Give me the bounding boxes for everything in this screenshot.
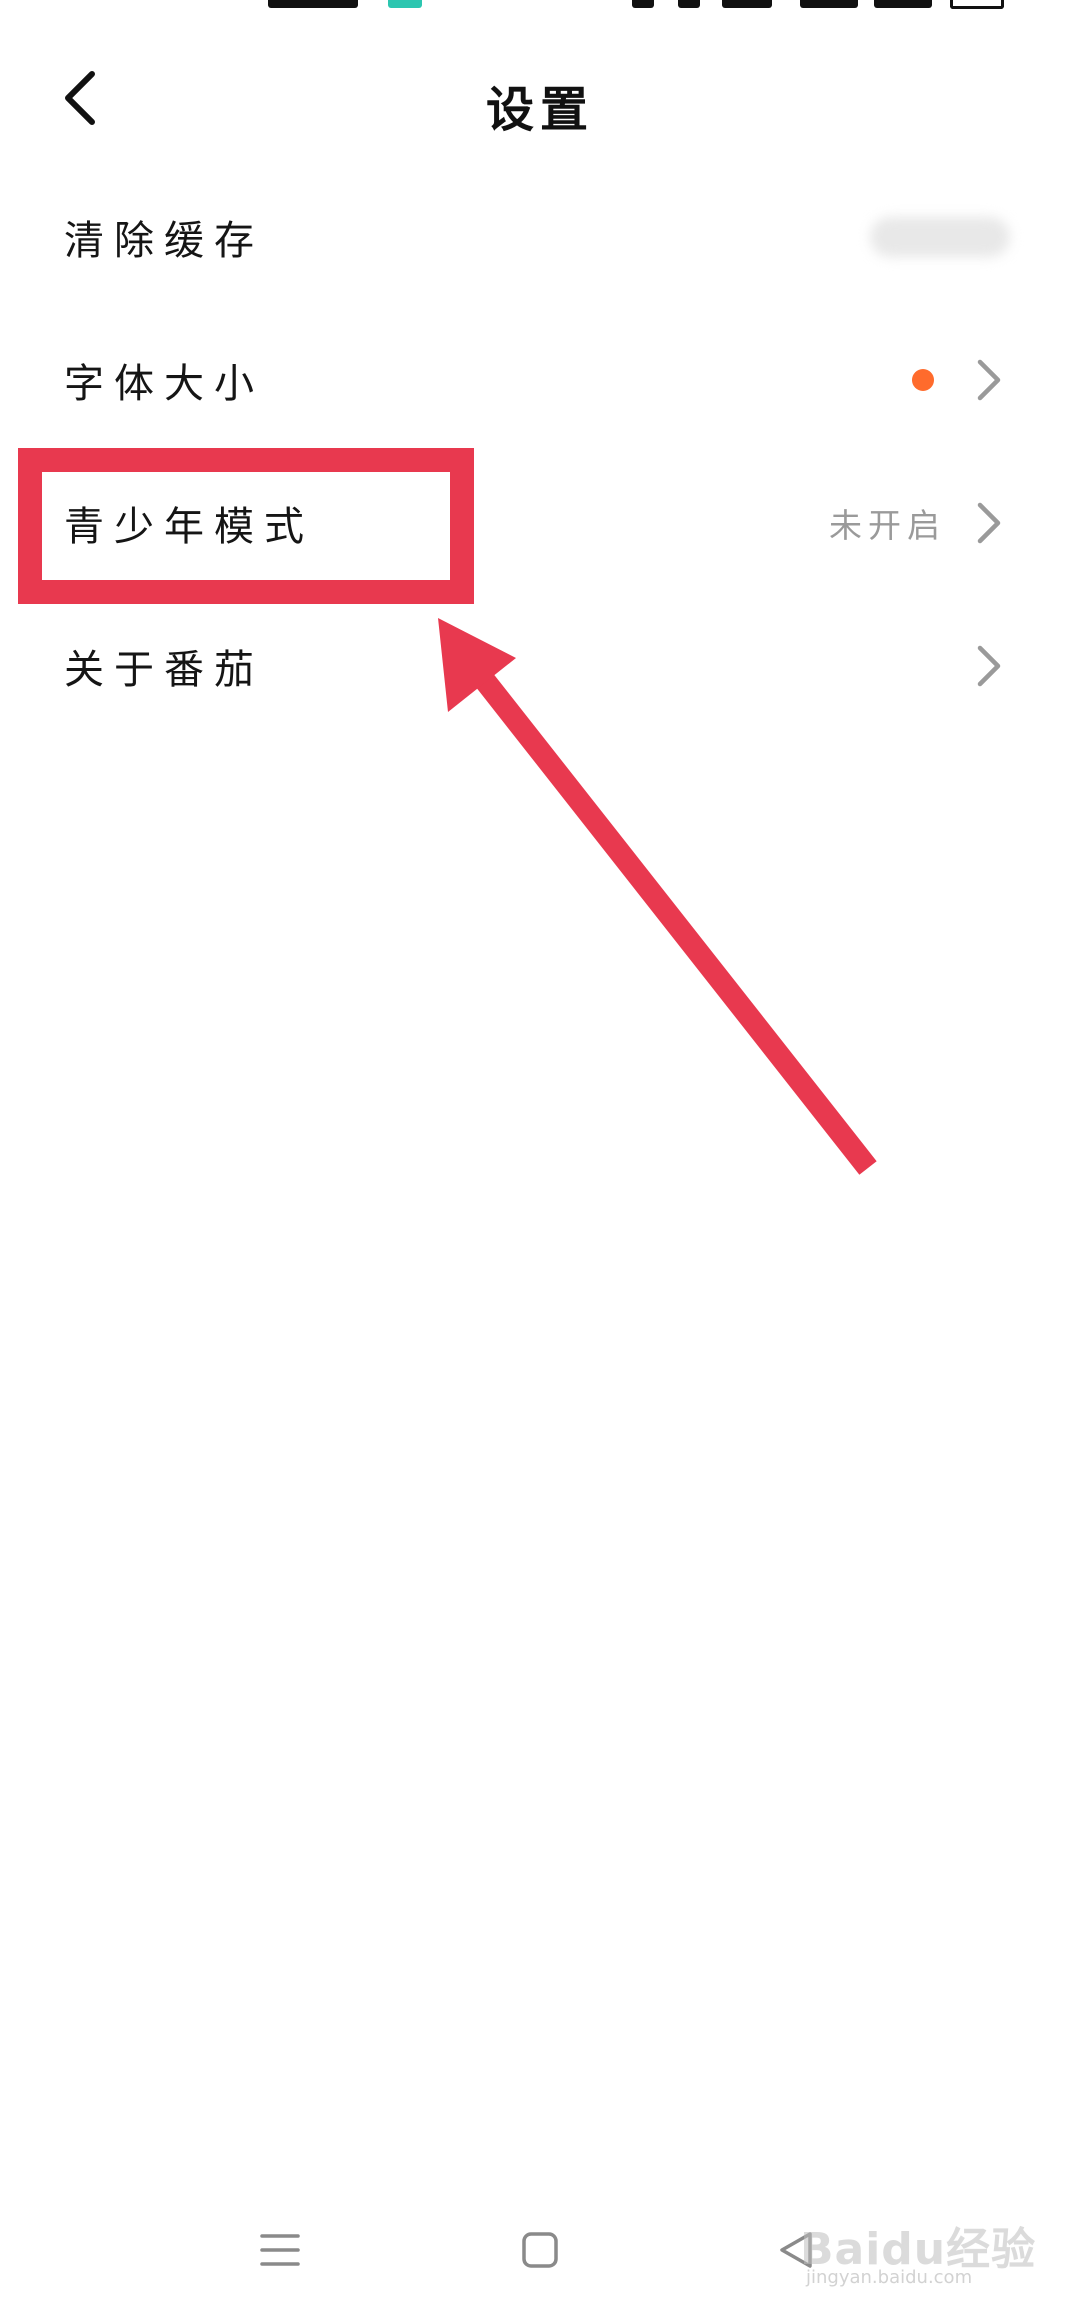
system-back-button[interactable]	[756, 2210, 836, 2290]
home-button[interactable]	[500, 2210, 580, 2290]
chevron-right-icon	[974, 501, 1002, 545]
back-triangle-icon	[780, 2232, 812, 2268]
settings-item-teen-mode[interactable]: 青少年模式 未开启	[0, 451, 1080, 594]
chevron-right-icon	[974, 358, 1002, 402]
status-icon	[722, 0, 772, 8]
settings-item-right: 未开启	[829, 499, 1002, 547]
status-bar	[0, 0, 1080, 22]
teen-mode-status: 未开启	[829, 505, 946, 545]
settings-item-label: 字体大小	[64, 360, 264, 407]
settings-item-label: 关于番茄	[64, 646, 264, 693]
system-nav-bar	[0, 2182, 1080, 2322]
signal-icon	[800, 0, 858, 8]
settings-list: 清除缓存 字体大小 青少年模式 未开启 关于番茄	[0, 165, 1080, 737]
settings-item-right	[912, 358, 1002, 402]
settings-item-clear-cache[interactable]: 清除缓存	[0, 165, 1080, 308]
status-time	[268, 0, 358, 8]
status-app-icon	[388, 0, 422, 8]
settings-item-right	[870, 216, 1010, 257]
menu-icon	[260, 2234, 300, 2266]
chevron-right-icon	[974, 644, 1002, 688]
home-square-icon	[522, 2232, 558, 2268]
signal-icon	[874, 0, 932, 8]
header: 设置	[0, 40, 1080, 160]
recent-apps-button[interactable]	[240, 2210, 320, 2290]
settings-item-about[interactable]: 关于番茄	[0, 594, 1080, 737]
new-badge-dot	[912, 368, 934, 391]
cache-size-value	[870, 216, 1010, 257]
settings-item-font-size[interactable]: 字体大小	[0, 308, 1080, 451]
settings-item-label: 清除缓存	[64, 217, 264, 264]
status-icon	[632, 0, 654, 8]
status-icon	[678, 0, 700, 8]
page-title: 设置	[485, 82, 594, 138]
settings-item-label: 青少年模式	[64, 503, 314, 550]
settings-item-right	[974, 644, 1002, 688]
battery-icon	[950, 0, 1004, 9]
